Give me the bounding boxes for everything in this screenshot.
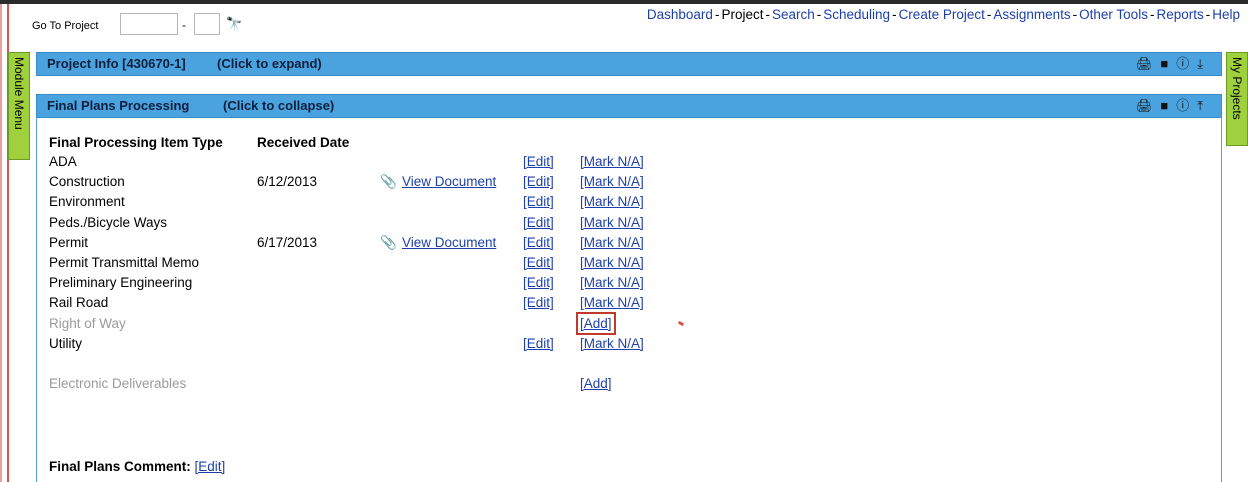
nav-create-project[interactable]: Create Project [899,7,985,22]
project-info-title: Project Info [430670-1] [47,56,186,71]
nav-separator: - [1205,7,1211,22]
nav-search[interactable]: Search [772,7,815,22]
edit-link[interactable]: [Edit] [523,235,554,250]
my-projects-label: My Projects [1230,57,1244,120]
table-row: Construction 6/12/2013 📎 View Document [Edit… [37,174,1221,194]
nav-separator: - [816,7,822,22]
mark-na-link[interactable]: [Mark N/A] [580,336,644,351]
final-plans-body: Final Processing Item Type Received Date… [36,117,1222,482]
row-type: Construction [49,174,125,190]
edit-link[interactable]: [Edit] [523,255,554,270]
table-row: Right of Way [Add] [37,311,1221,336]
table-row: ADA [Edit] [Mark N/A] [37,154,1221,174]
final-plans-icons: 🖨■ⓘ⤒ [1136,95,1211,117]
final-plans-comment: Final Plans Comment: [Edit] [49,459,225,474]
nav-assignments[interactable]: Assignments [993,7,1070,22]
electronic-deliverables-row: Electronic Deliverables [Add] [37,376,1221,396]
table-row: Preliminary Engineering [Edit] [Mark N/A] [37,275,1221,295]
nav-scheduling[interactable]: Scheduling [823,7,890,22]
mark-na-link[interactable]: [Mark N/A] [580,154,644,169]
mark-na-link[interactable]: [Mark N/A] [580,295,644,310]
header-type: Final Processing Item Type [49,135,223,150]
square-icon[interactable]: ■ [1160,56,1176,71]
edit-link[interactable]: [Edit] [523,154,554,169]
mark-na-link[interactable]: [Mark N/A] [580,194,644,209]
project-info-hint[interactable]: (Click to expand) [217,53,322,75]
mark-na-link[interactable]: [Mark N/A] [580,215,644,230]
project-info-icons: 🖨■ⓘ⤓ [1136,53,1211,75]
row-type: Electronic Deliverables [49,376,187,391]
mark-na-link[interactable]: [Mark N/A] [580,235,644,250]
print-icon[interactable]: 🖨 [1136,56,1161,71]
top-border [0,0,1248,4]
main-nav: Dashboard - Project - Search - Scheduling - Crea… [647,7,1240,22]
row-type: Environment [49,194,125,210]
row-type: Utility [49,335,82,351]
row-type: Peds./Bicycle Ways [49,214,168,230]
edit-link[interactable]: [Edit] [523,336,554,351]
table-row: Peds./Bicycle Ways [Edit] [Mark N/A] [37,215,1221,235]
comment-label: Final Plans Comment: [49,459,191,474]
row-type: Permit [49,234,89,250]
edit-link[interactable]: [Edit] [523,215,554,230]
print-icon[interactable]: 🖨 [1136,98,1161,113]
add-link[interactable]: [Add] [576,311,616,335]
view-document-link[interactable]: View Document [402,235,496,250]
nav-other-tools[interactable]: Other Tools [1079,7,1148,22]
table-row: Rail Road [Edit] [Mark N/A] [37,295,1221,315]
mark-na-link[interactable]: [Mark N/A] [580,275,644,290]
comment-edit-link[interactable]: [Edit] [195,459,226,474]
header-date: Received Date [257,135,350,150]
help-icon[interactable]: ⓘ [1176,56,1197,71]
nav-separator: - [892,7,897,22]
module-menu-tab[interactable]: Module Menu [8,52,30,160]
paperclip-icon: 📎 [380,234,397,250]
nav-separator: - [714,7,720,22]
final-plans-title: Final Plans Processing [47,98,190,113]
edit-link[interactable]: [Edit] [523,174,554,189]
nav-dashboard[interactable]: Dashboard [647,7,713,22]
row-type: Permit Transmittal Memo [49,255,200,270]
binoculars-icon[interactable]: 🔭 [226,16,242,32]
left-edge [0,4,2,482]
goto-separator: - [182,18,186,32]
my-projects-tab[interactable]: My Projects [1226,52,1248,146]
row-type: ADA [49,154,77,169]
table-row: Permit 6/17/2013 📎 View Document [Edit] [Mark… [37,235,1221,255]
collapse-icon[interactable]: ⤒ [1197,98,1211,113]
expand-icon[interactable]: ⤓ [1197,56,1211,71]
square-icon[interactable]: ■ [1160,98,1176,113]
paperclip-icon: 📎 [380,174,397,190]
mark-na-link[interactable]: [Mark N/A] [580,174,644,189]
add-link[interactable]: [Add] [580,376,612,391]
nav-separator: - [765,7,770,22]
goto-project-label: Go To Project [32,20,99,32]
view-document-link[interactable]: View Document [402,174,496,189]
row-type: Preliminary Engineering [49,275,193,291]
mark-na-link[interactable]: [Mark N/A] [580,255,644,270]
edit-link[interactable]: [Edit] [523,194,554,209]
module-menu-label: Module Menu [12,57,26,130]
project-info-bar[interactable]: Project Info [430670-1] (Click to expand… [36,52,1222,76]
final-plans-bar[interactable]: Final Plans Processing (Click to collaps… [36,94,1222,118]
nav-help[interactable]: Help [1212,7,1240,22]
nav-separator: - [1072,7,1078,22]
row-type: Right of Way [49,315,126,331]
nav-reports[interactable]: Reports [1156,7,1203,22]
row-received-date: 6/12/2013 [257,174,318,190]
row-type: Rail Road [49,295,109,311]
edit-link[interactable]: [Edit] [523,295,554,310]
table-row: Utility [Edit] [Mark N/A] [37,336,1221,356]
nav-separator: - [1149,7,1155,22]
help-icon[interactable]: ⓘ [1176,98,1197,113]
nav-separator: - [986,7,992,22]
table-row: Permit Transmittal Memo [Edit] [Mark N/A] [37,255,1221,275]
row-received-date: 6/17/2013 [257,234,318,250]
edit-link[interactable]: [Edit] [523,275,554,290]
table-row: Environment [Edit] [Mark N/A] [37,194,1221,214]
project-number-input[interactable] [120,13,178,35]
final-plans-hint[interactable]: (Click to collapse) [223,95,334,117]
nav-project[interactable]: Project [721,7,763,22]
project-suffix-input[interactable] [194,13,220,35]
